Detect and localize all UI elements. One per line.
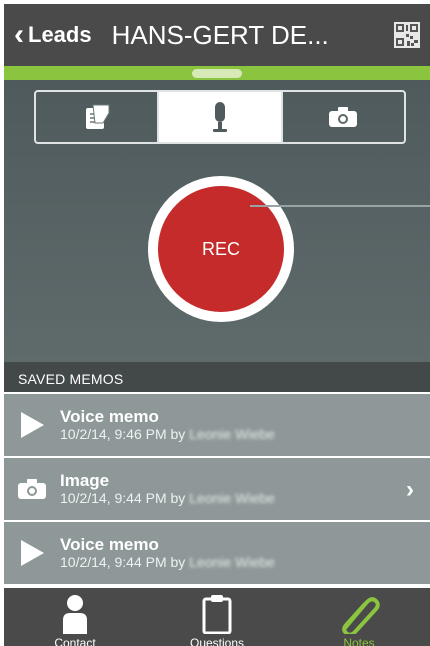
tab-label: Contact	[54, 636, 96, 646]
tab-label: Notes	[343, 636, 375, 646]
note-type-selector	[34, 90, 406, 144]
page-title: HANS-GERT DE...	[111, 19, 329, 50]
audio-level-line	[250, 205, 430, 207]
qr-code-icon[interactable]	[394, 22, 420, 48]
memo-row-voice[interactable]: Voice memo 10/2/14, 9:44 PM by Leonie Wi…	[4, 522, 430, 584]
memo-meta: 10/2/14, 9:46 PM by Leonie Wiebe	[60, 426, 275, 443]
play-icon	[21, 412, 44, 438]
nav-header: ‹ Leads HANS-GERT DE...	[4, 4, 430, 66]
pull-handle[interactable]	[192, 69, 242, 78]
microphone-icon	[212, 102, 227, 132]
memo-row-voice[interactable]: Voice memo 10/2/14, 9:46 PM by Leonie Wi…	[4, 394, 430, 456]
memo-author: Leonie Wiebe	[189, 426, 275, 442]
memo-timestamp: 10/2/14, 9:44 PM by	[60, 490, 186, 506]
tab-questions[interactable]: Questions	[146, 588, 288, 646]
notepad-icon	[85, 104, 110, 129]
play-icon	[21, 540, 44, 566]
memo-title: Voice memo	[60, 535, 159, 554]
memo-author: Leonie Wiebe	[189, 490, 275, 506]
memo-timestamp: 10/2/14, 9:44 PM by	[60, 554, 186, 570]
paperclip-icon	[342, 597, 380, 634]
back-label: Leads	[28, 22, 92, 47]
tab-text-note[interactable]	[36, 92, 157, 142]
camera-icon	[329, 107, 358, 127]
recorder-panel: REC	[4, 80, 430, 362]
memo-row-image[interactable]: Image 10/2/14, 9:44 PM by Leonie Wiebe ›	[4, 458, 430, 520]
camera-icon	[18, 479, 46, 499]
memo-timestamp: 10/2/14, 9:46 PM by	[60, 426, 186, 442]
chevron-right-icon: ›	[406, 476, 414, 503]
tab-photo-note[interactable]	[280, 92, 404, 142]
chevron-left-icon: ‹	[14, 18, 24, 51]
tab-contact[interactable]: Contact	[4, 588, 146, 646]
back-button[interactable]: ‹ Leads	[4, 20, 92, 50]
person-icon	[63, 595, 87, 634]
saved-memos-header: SAVED MEMOS	[4, 362, 430, 392]
tab-label: Questions	[189, 636, 245, 646]
record-button[interactable]: REC	[148, 176, 294, 322]
memo-title: Image	[60, 471, 110, 490]
memo-title: Voice memo	[60, 407, 159, 426]
memo-author: Leonie Wiebe	[189, 554, 275, 570]
tab-voice-note[interactable]	[157, 92, 281, 142]
bottom-tab-bar: Contact Questions Notes	[4, 588, 430, 646]
record-label: REC	[201, 238, 240, 259]
clipboard-icon	[202, 595, 232, 634]
memo-meta: 10/2/14, 9:44 PM by Leonie Wiebe	[60, 490, 275, 507]
tab-notes[interactable]: Notes	[288, 588, 430, 646]
memo-meta: 10/2/14, 9:44 PM by Leonie Wiebe	[60, 554, 275, 571]
